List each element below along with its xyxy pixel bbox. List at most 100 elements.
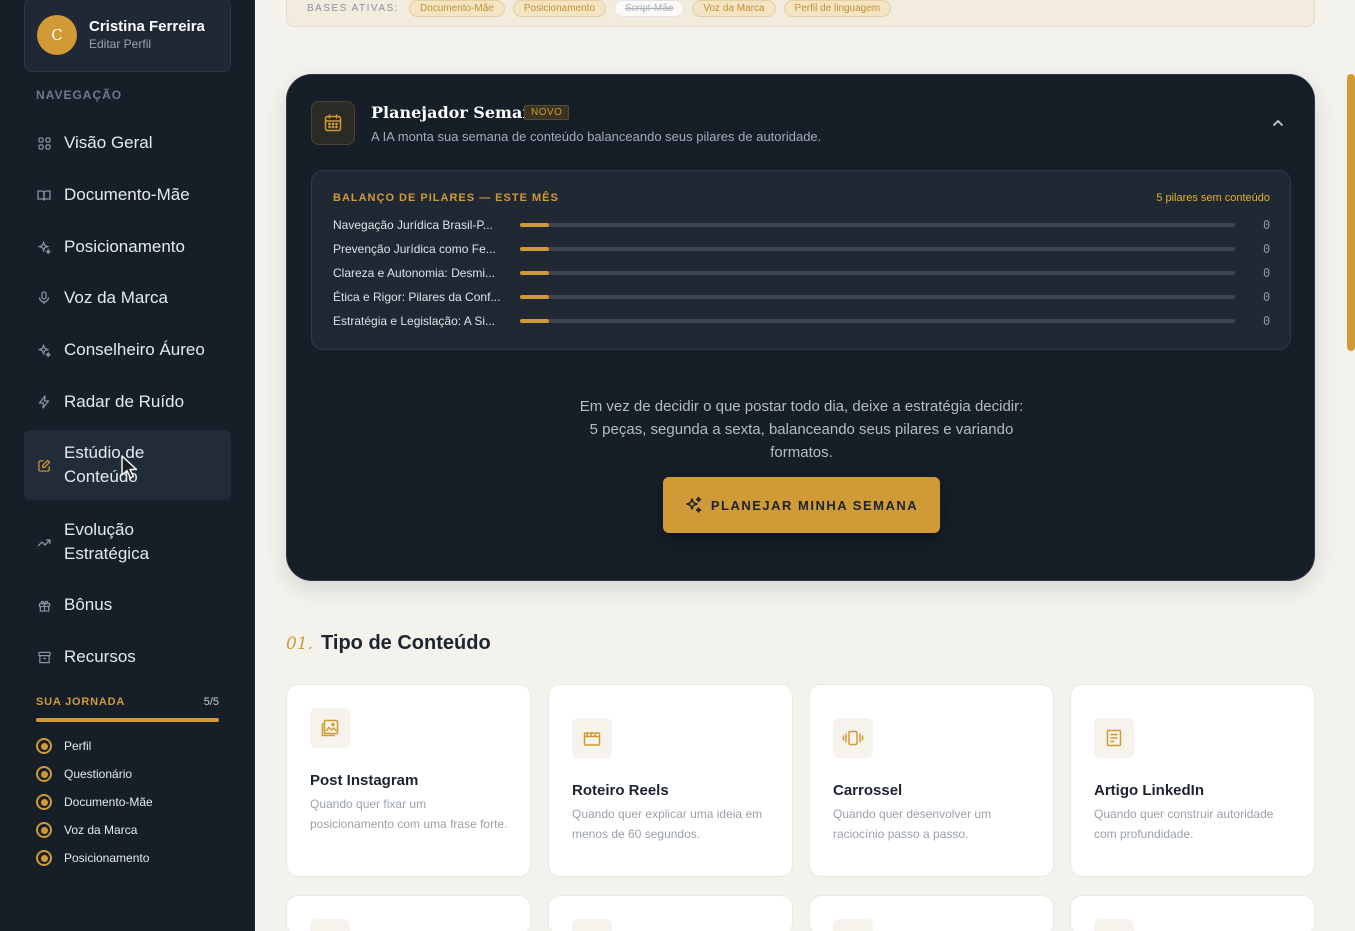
trend-up-icon: [36, 534, 52, 550]
pillar-count: 0: [1263, 218, 1271, 232]
content-type-card-roteiro-reels[interactable]: Roteiro Reels Quando quer explicar uma i…: [548, 684, 793, 877]
sidebar-item-voz-da-marca[interactable]: Voz da Marca: [24, 286, 231, 310]
microphone-icon: [36, 290, 52, 306]
carousel-icon: [833, 718, 873, 758]
section-title: Tipo de Conteúdo: [321, 632, 491, 654]
clapperboard-icon: [572, 718, 612, 758]
journey-step: Voz da Marca: [36, 822, 137, 838]
sparkle-icon: [36, 342, 52, 358]
article-icon: [1094, 718, 1134, 758]
check-circle-icon: [36, 766, 52, 782]
sparkle-icon: [36, 239, 52, 255]
avatar: C: [37, 15, 77, 55]
content-type-card[interactable]: [1070, 895, 1315, 931]
sidebar-item-conselheiro-aureo[interactable]: Conselheiro Áureo: [24, 338, 231, 362]
check-circle-icon: [36, 822, 52, 838]
pillar-balance-card: BALANÇO DE PILARES — ESTE MÊS 5 pilares …: [311, 170, 1291, 350]
weekly-planner-panel: Planejador Semanal NOVO A IA monta sua s…: [286, 74, 1315, 581]
journey-step: Posicionamento: [36, 850, 149, 866]
card-title: Carrossel: [833, 782, 903, 799]
edit-profile-link[interactable]: Editar Perfil: [89, 36, 205, 52]
pillar-row: Clareza e Autonomia: Desmi... 0: [333, 266, 1271, 280]
sidebar-item-label: Recursos: [64, 647, 136, 666]
profile-card[interactable]: C Cristina Ferreira Editar Perfil: [24, 0, 231, 72]
content-type-card-carrossel[interactable]: Carrossel Quando quer desenvolver um rac…: [809, 684, 1054, 877]
planner-description-line: formatos.: [770, 444, 833, 461]
pillar-bar: [520, 223, 1235, 227]
sidebar-item-label: Radar de Ruído: [64, 392, 185, 411]
content-type-heading: 01. Tipo de Conteúdo: [286, 632, 491, 655]
base-chip[interactable]: Script-Mãe: [614, 0, 685, 17]
sidebar-item-label: Voz da Marca: [64, 288, 168, 307]
card-icon: [310, 919, 350, 931]
lightning-icon: [36, 394, 52, 410]
sidebar-item-radar-de-ruido[interactable]: Radar de Ruído: [24, 390, 231, 414]
pillar-count: 0: [1263, 290, 1271, 304]
pillar-name: Estratégia e Legislação: A Si...: [333, 314, 496, 328]
pillar-bar: [520, 271, 1235, 275]
pillar-bar: [520, 295, 1235, 299]
journey-step-label: Documento-Mãe: [64, 795, 153, 809]
content-type-card[interactable]: [548, 895, 793, 931]
sidebar-item-label: Documento-Mãe: [64, 185, 190, 204]
pillar-count: 0: [1263, 242, 1271, 256]
pillar-count: 0: [1263, 266, 1271, 280]
scrollbar-thumb[interactable]: [1347, 74, 1355, 351]
sidebar-item-label: Conselheiro Áureo: [64, 340, 205, 359]
card-description: Quando quer explicar uma ideia em menos …: [572, 807, 763, 841]
journey-step-label: Voz da Marca: [64, 823, 138, 837]
sidebar-item-evolucao-estrategica[interactable]: Evolução Estratégica: [24, 518, 231, 566]
base-chip[interactable]: Perfil de linguagem: [783, 0, 892, 17]
journey-header: SUA JORNADA 5/5: [36, 696, 219, 708]
pillar-count: 0: [1263, 314, 1271, 328]
journey-step-label: Posicionamento: [64, 851, 150, 865]
planner-description-line: Em vez de decidir o que postar todo dia,…: [579, 398, 1024, 415]
sidebar-item-recursos[interactable]: Recursos: [24, 645, 231, 669]
plan-my-week-button[interactable]: PLANEJAR MINHA SEMANA: [663, 477, 940, 533]
grid-icon: [36, 135, 52, 151]
active-bases-bar: BASES ATIVAS: Documento-Mãe Posicionamen…: [286, 0, 1315, 27]
content-type-card[interactable]: [809, 895, 1054, 931]
content-type-card-post-instagram[interactable]: Post Instagram Quando quer fixar um posi…: [286, 684, 531, 877]
pillar-row: Ética e Rigor: Pilares da Conf... 0: [333, 290, 1271, 304]
content-type-card-artigo-linkedin[interactable]: Artigo LinkedIn Quando quer construir au…: [1070, 684, 1315, 877]
sidebar-item-documento-mae[interactable]: Documento-Mãe: [24, 183, 231, 207]
gift-icon: [36, 597, 52, 613]
planner-description-line: 5 peças, segunda a sexta, balanceando se…: [589, 421, 1014, 438]
archive-icon: [36, 649, 52, 665]
check-circle-icon: [36, 850, 52, 866]
image-icon: [310, 708, 350, 748]
chevron-up-icon[interactable]: [1270, 115, 1286, 131]
base-chip[interactable]: Documento-Mãe: [408, 0, 505, 17]
planner-description: Em vez de decidir o que postar todo dia,…: [287, 395, 1316, 464]
pillar-row: Navegação Jurídica Brasil-P... 0: [333, 218, 1271, 232]
card-description: Quando quer construir autoridade com pro…: [1094, 807, 1274, 841]
sidebar-item-visao-geral[interactable]: Visão Geral: [24, 131, 231, 155]
nav-heading: NAVEGAÇÃO: [36, 88, 123, 102]
card-title: Post Instagram: [310, 772, 419, 789]
card-icon: [1094, 919, 1134, 931]
sidebar-item-label: Evolução Estratégica: [64, 520, 150, 563]
journey-step: Questionário: [36, 766, 132, 782]
sidebar-item-bonus[interactable]: Bônus: [24, 593, 231, 617]
content-type-card[interactable]: [286, 895, 531, 931]
sidebar-item-label: Visão Geral: [64, 133, 153, 152]
plan-my-week-label: PLANEJAR MINHA SEMANA: [710, 497, 919, 513]
journey-step-label: Questionário: [64, 767, 133, 781]
pencil-square-icon: [36, 457, 52, 473]
pillar-bar: [520, 247, 1235, 251]
journey-step: Documento-Mãe: [36, 794, 153, 810]
pillars-note: 5 pilares sem conteúdo: [1156, 192, 1270, 204]
base-chip[interactable]: Posicionamento: [512, 0, 607, 17]
section-number: 01.: [286, 634, 314, 654]
pillar-row: Estratégia e Legislação: A Si... 0: [333, 314, 1271, 328]
new-badge: NOVO: [524, 105, 570, 120]
journey-step-label: Perfil: [64, 739, 92, 753]
base-chip[interactable]: Voz da Marca: [692, 0, 776, 17]
planner-subtitle: A IA monta sua semana de conteúdo balanc…: [371, 129, 822, 144]
sidebar-item-posicionamento[interactable]: Posicionamento: [24, 235, 231, 259]
sidebar-item-label: Posicionamento: [64, 237, 185, 256]
card-icon: [572, 919, 612, 931]
pillar-name: Prevenção Jurídica como Fe...: [333, 242, 496, 256]
pillar-name: Ética e Rigor: Pilares da Conf...: [333, 290, 501, 304]
